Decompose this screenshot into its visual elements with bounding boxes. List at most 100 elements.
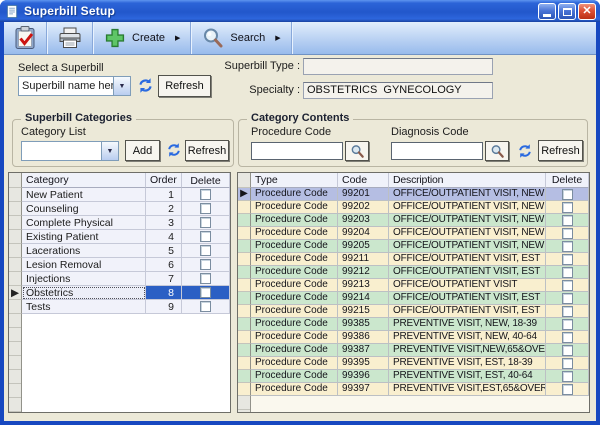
description-cell[interactable]: OFFICE/OUTPATIENT VISIT, EST bbox=[389, 305, 546, 318]
row-selector[interactable] bbox=[9, 300, 22, 314]
procedure-row[interactable]: Procedure Code99211OFFICE/OUTPATIENT VIS… bbox=[238, 253, 589, 266]
row-selector[interactable] bbox=[9, 258, 22, 272]
delete-checkbox[interactable] bbox=[562, 267, 573, 278]
delete-checkbox[interactable] bbox=[562, 202, 573, 213]
description-cell[interactable]: PREVENTIVE VISIT, EST, 40-64 bbox=[389, 370, 546, 383]
row-selector[interactable] bbox=[238, 344, 251, 357]
refresh-categories-button[interactable]: Refresh bbox=[185, 140, 229, 161]
procedure-row[interactable]: Procedure Code99202OFFICE/OUTPATIENT VIS… bbox=[238, 201, 589, 214]
procedure-row[interactable]: Procedure Code99386PREVENTIVE VISIT, NEW… bbox=[238, 331, 589, 344]
description-cell[interactable]: PREVENTIVE VISIT, NEW, 40-64 bbox=[389, 331, 546, 344]
procedure-row[interactable]: Procedure Code99215OFFICE/OUTPATIENT VIS… bbox=[238, 305, 589, 318]
refresh-contents-button[interactable]: Refresh bbox=[538, 140, 583, 161]
row-selector[interactable] bbox=[238, 279, 251, 292]
order-cell[interactable]: 4 bbox=[146, 230, 182, 244]
delete-checkbox[interactable] bbox=[562, 306, 573, 317]
delete-checkbox[interactable] bbox=[562, 345, 573, 356]
code-cell[interactable]: 99205 bbox=[338, 240, 389, 253]
description-cell[interactable]: OFFICE/OUTPATIENT VISIT bbox=[389, 279, 546, 292]
type-cell[interactable]: Procedure Code bbox=[251, 331, 338, 344]
category-row[interactable]: Lacerations5 bbox=[9, 244, 230, 258]
order-cell[interactable]: 3 bbox=[146, 216, 182, 230]
delete-checkbox[interactable] bbox=[562, 280, 573, 291]
procedure-row[interactable]: Procedure Code99203OFFICE/OUTPATIENT VIS… bbox=[238, 214, 589, 227]
order-cell[interactable]: 2 bbox=[146, 202, 182, 216]
code-cell[interactable]: 99211 bbox=[338, 253, 389, 266]
row-selector[interactable] bbox=[238, 227, 251, 240]
code-cell[interactable]: 99387 bbox=[338, 344, 389, 357]
dropdown-arrow-icon[interactable]: ▼ bbox=[101, 142, 118, 160]
column-header-delete[interactable]: Delete bbox=[546, 173, 589, 188]
type-cell[interactable]: Procedure Code bbox=[251, 201, 338, 214]
row-selector[interactable] bbox=[238, 214, 251, 227]
code-cell[interactable]: 99212 bbox=[338, 266, 389, 279]
type-cell[interactable]: Procedure Code bbox=[251, 357, 338, 370]
code-cell[interactable]: 99396 bbox=[338, 370, 389, 383]
row-selector[interactable] bbox=[9, 230, 22, 244]
diagnosis-code-search-button[interactable] bbox=[485, 141, 509, 161]
description-cell[interactable]: OFFICE/OUTPATIENT VISIT, NEW bbox=[389, 227, 546, 240]
row-selector[interactable] bbox=[238, 331, 251, 344]
delete-checkbox[interactable] bbox=[562, 189, 573, 200]
description-cell[interactable]: PREVENTIVE VISIT,EST,65&OVER bbox=[389, 383, 546, 396]
procedure-code-field[interactable] bbox=[251, 142, 343, 160]
row-selector[interactable] bbox=[9, 272, 22, 286]
description-cell[interactable]: OFFICE/OUTPATIENT VISIT, EST bbox=[389, 292, 546, 305]
description-cell[interactable]: OFFICE/OUTPATIENT VISIT, NEW bbox=[389, 240, 546, 253]
row-selector[interactable] bbox=[238, 201, 251, 214]
code-cell[interactable]: 99385 bbox=[338, 318, 389, 331]
type-cell[interactable]: Procedure Code bbox=[251, 383, 338, 396]
description-cell[interactable]: PREVENTIVE VISIT, NEW, 18-39 bbox=[389, 318, 546, 331]
delete-checkbox[interactable] bbox=[562, 254, 573, 265]
print-button[interactable] bbox=[48, 22, 92, 54]
delete-checkbox[interactable] bbox=[200, 273, 211, 284]
type-cell[interactable]: Procedure Code bbox=[251, 253, 338, 266]
delete-checkbox[interactable] bbox=[200, 189, 211, 200]
delete-checkbox[interactable] bbox=[562, 332, 573, 343]
description-cell[interactable]: OFFICE/OUTPATIENT VISIT, NEW bbox=[389, 188, 546, 201]
description-cell[interactable]: PREVENTIVE VISIT,NEW,65&OVER bbox=[389, 344, 546, 357]
type-cell[interactable]: Procedure Code bbox=[251, 188, 338, 201]
description-cell[interactable]: OFFICE/OUTPATIENT VISIT, EST bbox=[389, 266, 546, 279]
code-cell[interactable]: 99397 bbox=[338, 383, 389, 396]
code-cell[interactable]: 99395 bbox=[338, 357, 389, 370]
code-cell[interactable]: 99203 bbox=[338, 214, 389, 227]
delete-checkbox[interactable] bbox=[562, 215, 573, 226]
column-header-order[interactable]: Order bbox=[146, 173, 182, 188]
delete-checkbox[interactable] bbox=[562, 241, 573, 252]
category-list-select[interactable]: ▼ bbox=[21, 141, 119, 161]
type-cell[interactable]: Procedure Code bbox=[251, 292, 338, 305]
order-cell[interactable]: 8 bbox=[146, 286, 182, 300]
row-selector[interactable] bbox=[9, 216, 22, 230]
code-cell[interactable]: 99386 bbox=[338, 331, 389, 344]
delete-checkbox[interactable] bbox=[562, 319, 573, 330]
code-cell[interactable]: 99204 bbox=[338, 227, 389, 240]
refresh-icon[interactable] bbox=[137, 77, 154, 94]
delete-checkbox[interactable] bbox=[562, 293, 573, 304]
procedure-row[interactable]: Procedure Code99395PREVENTIVE VISIT, EST… bbox=[238, 357, 589, 370]
row-selector-arrow-icon[interactable]: ▶ bbox=[9, 286, 22, 300]
procedure-row[interactable]: Procedure Code99385PREVENTIVE VISIT, NEW… bbox=[238, 318, 589, 331]
column-header-category[interactable]: Category bbox=[22, 173, 146, 188]
refresh-icon[interactable] bbox=[166, 142, 182, 158]
delete-checkbox[interactable] bbox=[200, 203, 211, 214]
row-selector[interactable] bbox=[238, 383, 251, 396]
category-cell[interactable]: Lesion Removal bbox=[22, 258, 146, 272]
category-cell[interactable]: Tests bbox=[22, 300, 146, 314]
delete-checkbox[interactable] bbox=[562, 228, 573, 239]
row-selector[interactable] bbox=[238, 292, 251, 305]
category-cell[interactable]: Injections bbox=[22, 272, 146, 286]
superbill-select[interactable]: Superbill name here... ▼ bbox=[18, 76, 131, 96]
close-icon[interactable]: ✕ bbox=[578, 3, 596, 20]
type-cell[interactable]: Procedure Code bbox=[251, 266, 338, 279]
specialty-field[interactable]: OBSTETRICS GYNECOLOGY bbox=[303, 82, 493, 99]
delete-checkbox[interactable] bbox=[562, 384, 573, 395]
category-row[interactable]: Injections7 bbox=[9, 272, 230, 286]
search-button[interactable]: Search ▶ bbox=[192, 22, 290, 54]
category-cell[interactable]: Counseling bbox=[22, 202, 146, 216]
procedure-row[interactable]: ▶Procedure Code99201OFFICE/OUTPATIENT VI… bbox=[238, 188, 589, 201]
type-cell[interactable]: Procedure Code bbox=[251, 370, 338, 383]
order-cell[interactable]: 7 bbox=[146, 272, 182, 286]
type-cell[interactable]: Procedure Code bbox=[251, 240, 338, 253]
description-cell[interactable]: PREVENTIVE VISIT, EST, 18-39 bbox=[389, 357, 546, 370]
